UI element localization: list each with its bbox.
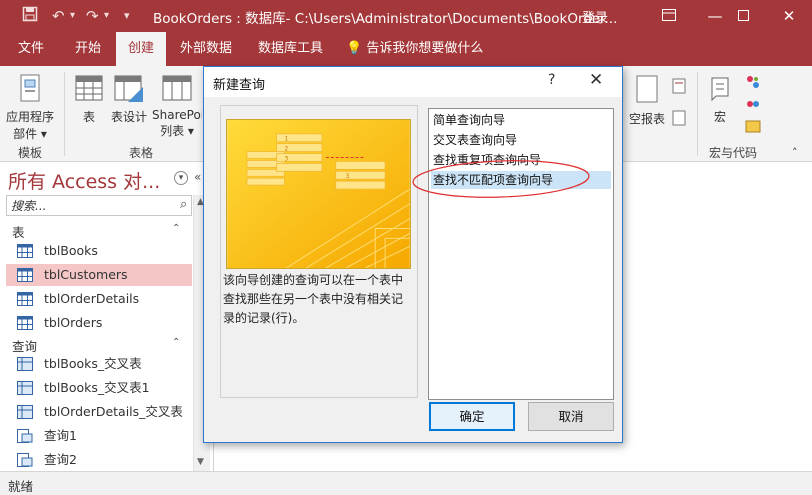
report-wizard-icon[interactable]	[672, 110, 686, 129]
sign-in-link[interactable]: 登录	[582, 7, 608, 26]
group-separator	[697, 72, 698, 156]
dialog-close-icon[interactable]: ✕	[589, 70, 603, 90]
tell-me-box[interactable]: 💡 告诉我你想要做什么	[346, 32, 483, 66]
visual-basic-icon[interactable]	[745, 118, 761, 137]
nav-menu-chevron-icon[interactable]: ▾	[174, 171, 188, 185]
nav-query-item[interactable]: tblOrderDetails_交叉表	[6, 401, 192, 423]
table-icon	[17, 268, 33, 282]
nav-table-item[interactable]: tblOrders	[6, 312, 192, 334]
select-query-icon	[17, 453, 33, 467]
redo-dropdown-icon[interactable]: ▾	[104, 6, 109, 26]
tell-me-text: 告诉我你想要做什么	[366, 41, 484, 56]
tab-create[interactable]: 创建	[116, 32, 166, 66]
nav-search-input[interactable]	[6, 195, 192, 216]
module-icon[interactable]	[745, 74, 761, 93]
wizard-preview-image: 1 2 3 3	[226, 119, 411, 269]
dialog-title-bar: 新建查询 ? ✕	[204, 67, 622, 97]
table-icon	[17, 292, 33, 306]
restore-icon[interactable]	[720, 0, 766, 32]
window-title: BookOrders : 数据库- C:\Users\Administrator…	[153, 11, 618, 27]
wizard-option-find-duplicates[interactable]: 查找重复项查询向导	[431, 151, 611, 169]
collapse-queries-icon[interactable]: ⌃	[172, 337, 180, 348]
customize-qat-icon[interactable]: ▾	[124, 6, 130, 26]
shutter-bar-icon[interactable]: «	[194, 170, 201, 184]
table-button[interactable]: 表	[75, 74, 103, 125]
lightbulb-icon: 💡	[346, 41, 363, 56]
table-icon	[17, 316, 33, 330]
labels-icon[interactable]	[672, 78, 686, 97]
blank-report-button[interactable]: 空报表	[629, 110, 665, 127]
wizard-option-crosstab[interactable]: 交叉表查询向导	[431, 131, 611, 149]
title-bar: ↶ ▾ ↷ ▾ ▾ BookOrders : 数据库- C:\Users\Adm…	[0, 0, 812, 32]
app-parts-button[interactable]: 应用程序 部件 ▾	[6, 74, 54, 142]
tab-database-tools[interactable]: 数据库工具	[258, 32, 323, 66]
nav-category-tables[interactable]: 表	[12, 222, 25, 241]
table-design-button[interactable]: 表设计	[111, 74, 147, 125]
macro-button[interactable]: 宏	[706, 74, 734, 125]
new-query-dialog: 新建查询 ? ✕ 1 2 3 3 该向导创建的查询可以在一个表中查找那些在另一个…	[203, 66, 623, 443]
sharepoint-icon	[162, 75, 192, 101]
close-icon[interactable]: ✕	[766, 0, 812, 32]
svg-text:3: 3	[284, 156, 288, 162]
undo-dropdown-icon[interactable]: ▾	[70, 6, 75, 26]
tab-file[interactable]: 文件	[18, 32, 44, 66]
sharepoint-lists-button[interactable]: SharePoi 列表 ▾	[152, 74, 202, 139]
nav-table-item[interactable]: tblBooks	[6, 240, 192, 262]
class-module-icon[interactable]	[745, 96, 761, 115]
dialog-title: 新建查询	[213, 78, 266, 93]
nav-table-item[interactable]: tblOrderDetails	[6, 288, 192, 310]
nav-query-item[interactable]: tblBooks_交叉表	[6, 353, 192, 375]
group-label-macros-code: 宏与代码	[709, 146, 758, 160]
group-separator	[64, 72, 65, 156]
nav-table-item-selected[interactable]: tblCustomers	[6, 264, 192, 286]
wizard-option-find-unmatched[interactable]: 查找不匹配项查询向导	[431, 171, 611, 189]
app-parts-icon	[20, 74, 40, 102]
redo-icon[interactable]: ↷	[86, 6, 99, 26]
report-design-icon[interactable]	[636, 74, 658, 108]
status-text: 就绪	[8, 479, 34, 494]
crosstab-query-icon	[17, 405, 33, 419]
help-button[interactable]: ?	[548, 72, 555, 88]
crosstab-query-icon	[17, 357, 33, 371]
tab-external-data[interactable]: 外部数据	[180, 32, 232, 66]
search-icon[interactable]: ⌕	[180, 197, 187, 212]
table-design-icon	[114, 75, 143, 102]
tab-home[interactable]: 开始	[75, 32, 101, 66]
wizard-description: 该向导创建的查询可以在一个表中查找那些在另一个表中没有相关记录的记录(行)。	[223, 273, 404, 325]
navigation-pane: 所有 Access 对... ▾ « ⌕ 表 ⌃ tblBooks tblCus…	[0, 163, 214, 471]
group-label-templates: 模板	[18, 146, 43, 160]
macro-icon	[711, 77, 729, 102]
nav-pane-title[interactable]: 所有 Access 对...	[8, 167, 160, 194]
svg-text:1: 1	[284, 137, 288, 143]
nav-query-item[interactable]: 查询2	[6, 449, 192, 471]
collapse-tables-icon[interactable]: ⌃	[172, 223, 180, 234]
ribbon-tabs: 文件 开始 创建 外部数据 数据库工具 💡 告诉我你想要做什么	[0, 32, 812, 66]
svg-text:3: 3	[346, 174, 350, 180]
svg-text:2: 2	[284, 147, 288, 153]
ribbon-display-icon[interactable]	[646, 0, 692, 32]
collapse-ribbon-icon[interactable]: ˄	[792, 146, 798, 159]
ok-button[interactable]: 确定	[429, 402, 515, 431]
group-label-tables: 表格	[129, 146, 154, 160]
table-icon	[75, 75, 103, 101]
nav-query-item[interactable]: tblBooks_交叉表1	[6, 377, 192, 399]
status-bar: 就绪	[0, 471, 812, 495]
wizard-list[interactable]: 简单查询向导 交叉表查询向导 查找重复项查询向导 查找不匹配项查询向导	[428, 108, 614, 400]
scroll-down-icon[interactable]: ▼	[197, 457, 204, 467]
chevron-down-icon: ▾	[187, 124, 194, 138]
cancel-button[interactable]: 取消	[528, 402, 614, 431]
save-icon[interactable]	[22, 6, 38, 26]
table-icon	[17, 244, 33, 258]
wizard-option-simple[interactable]: 简单查询向导	[431, 111, 611, 129]
nav-query-item[interactable]: 查询1	[6, 425, 192, 447]
crosstab-query-icon	[17, 381, 33, 395]
wizard-preview-panel: 1 2 3 3 该向导创建的查询可以在一个表中查找那些在另一个表中没有相关记录的…	[220, 105, 418, 398]
chevron-down-icon: ▾	[40, 127, 47, 141]
undo-icon[interactable]: ↶	[52, 6, 65, 26]
select-query-icon	[17, 429, 33, 443]
